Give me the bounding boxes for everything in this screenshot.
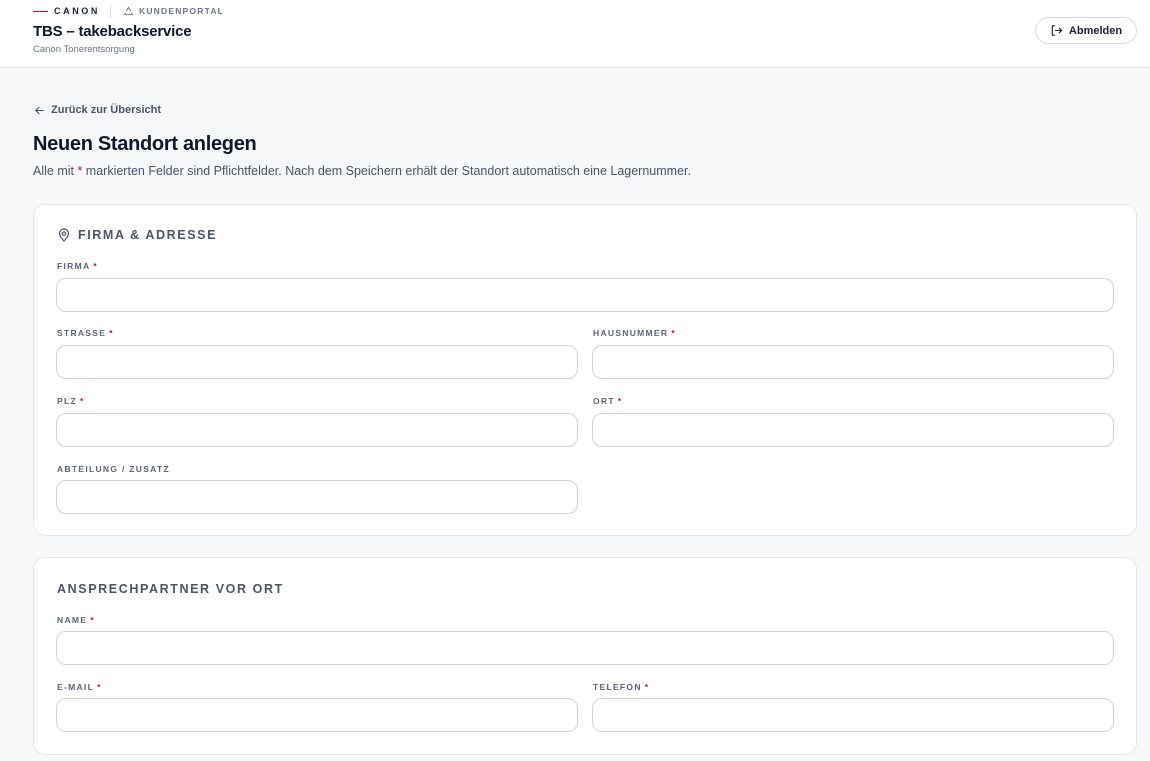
contact-section-label: ANSPRECHPARTNER VOR ORT [57,582,284,596]
plz-input[interactable] [56,413,578,447]
name-input[interactable] [56,631,1114,665]
ort-label-text: ORT [593,396,615,406]
firma-input[interactable] [56,278,1114,312]
strasse-label-text: STRASSE [57,328,107,338]
plz-label: PLZ * [57,396,85,406]
strasse-input[interactable] [56,345,578,379]
firma-required-star: * [93,261,99,271]
app-subtitle: Canon Tonerentsorgung [33,44,135,55]
app-header: CANON KUNDENPORTAL TBS – takebackservice… [0,0,1150,68]
strasse-required-star: * [109,328,114,338]
firma-label: FIRMA * [57,261,98,271]
ort-label: ORT * [593,396,622,406]
address-section-title: FIRMA & ADRESSE [57,228,217,242]
name-required-star: * [90,615,95,625]
contact-section-title: ANSPRECHPARTNER VOR ORT [57,582,284,596]
map-pin-icon [57,228,71,242]
logout-button[interactable]: Abmelden [1035,17,1137,44]
address-section-card: FIRMA & ADRESSE FIRMA * STRASSE * HAUSNUMM… [33,204,1137,536]
hausnummer-label: HAUSNUMMER * [593,328,676,338]
plz-required-star: * [79,396,85,406]
page-title: Neuen Standort anlegen [33,133,257,155]
ort-input[interactable] [592,413,1114,447]
hausnummer-input[interactable] [592,345,1114,379]
telefon-required-star: * [644,682,650,692]
app-title: TBS – takebackservice [33,23,192,40]
ort-required-star: * [617,396,623,406]
brand-logo-text: CANON [54,6,100,16]
brand-divider [110,4,111,18]
hausnummer-label-text: HAUSNUMMER [593,328,669,338]
abteilung-label: ABTEILUNG / ZUSATZ [57,464,170,474]
telefon-input[interactable] [592,698,1114,732]
hausnummer-required-star: * [671,328,676,338]
address-section-label: FIRMA & ADRESSE [78,228,218,242]
email-label-text: E-MAIL [57,682,95,692]
arrow-left-icon [34,105,45,116]
back-to-overview-link[interactable]: Zurück zur Übersicht [34,102,161,118]
logout-icon [1050,24,1063,37]
plz-label-text: PLZ [57,396,77,406]
logout-label: Abmelden [1068,24,1123,37]
email-label: E-MAIL * [57,682,102,692]
name-label: NAME * [57,615,95,625]
telefon-label: TELEFON * [593,682,649,692]
recycle-icon [123,5,134,17]
contact-section-card: ANSPRECHPARTNER VOR ORT NAME * E-MAIL * TE… [33,557,1137,755]
email-input[interactable] [56,698,578,732]
strasse-label: STRASSE * [57,328,114,338]
back-link-label: Zurück zur Übersicht [51,104,162,116]
name-label-text: NAME [57,615,88,625]
page-description-start: Alle mit [33,164,78,178]
page-description-end: markierten Felder sind Pflichtfelder. Na… [82,164,691,178]
portal-label: KUNDENPORTAL [139,6,225,16]
firma-label-text: FIRMA [57,261,91,271]
page-description: Alle mit * markierten Felder sind Pflich… [33,164,691,178]
abteilung-input[interactable] [56,480,578,514]
email-required-star: * [97,682,102,692]
brand-row: CANON KUNDENPORTAL [33,4,225,18]
brand-accent-line [33,10,48,12]
telefon-label-text: TELEFON [593,682,642,692]
abteilung-label-text: ABTEILUNG / ZUSATZ [57,464,170,474]
